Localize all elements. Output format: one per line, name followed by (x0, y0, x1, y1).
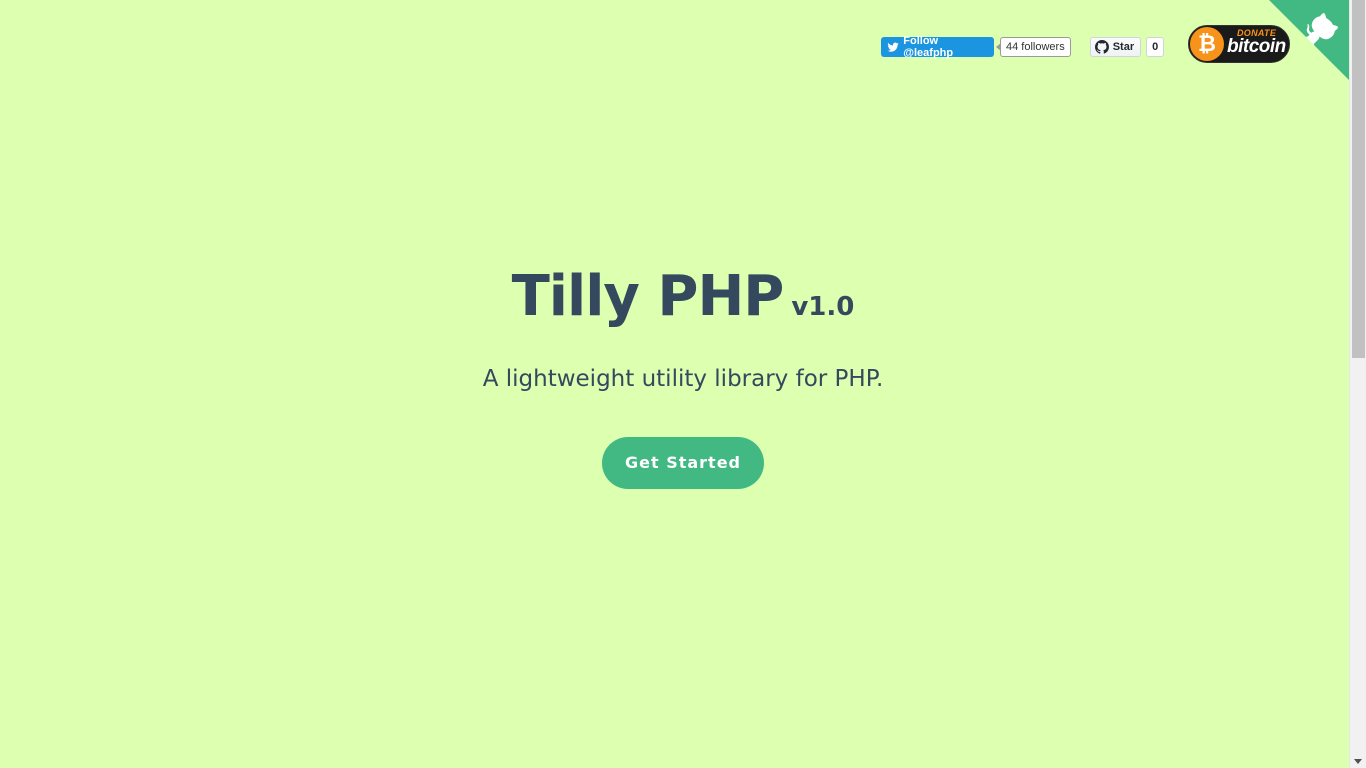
github-star-button[interactable]: Star (1089, 37, 1142, 57)
version-badge: v1.0 (791, 292, 855, 322)
github-star-widget: Star 0 (1089, 37, 1165, 57)
get-started-button[interactable]: Get Started (602, 437, 764, 489)
tagline: A lightweight utility library for PHP. (482, 366, 884, 392)
twitter-follow-label: Follow @leafphp (903, 35, 954, 59)
page: Follow @leafphp 44 followers Star 0 ₿ DO… (0, 0, 1349, 768)
scroll-down-arrow-icon[interactable] (1354, 759, 1362, 764)
github-corner-link[interactable] (1269, 0, 1349, 80)
vertical-scrollbar[interactable] (1349, 0, 1366, 768)
hero: Tilly PHP v1.0 A lightweight utility libr… (0, 262, 1349, 489)
page-title: Tilly PHP v1.0 (0, 262, 1349, 342)
github-star-label: Star (1112, 41, 1135, 53)
bitcoin-coin-icon: ₿ (1190, 27, 1224, 61)
social-buttons: Follow @leafphp 44 followers Star 0 (881, 35, 1165, 59)
github-octocat-icon (1094, 40, 1109, 54)
github-star-count[interactable]: 0 (1146, 37, 1165, 57)
github-corner-octocat-icon (1269, 0, 1349, 80)
twitter-follower-count[interactable]: 44 followers (996, 37, 1071, 57)
twitter-follow-button[interactable]: Follow @leafphp (881, 35, 994, 59)
twitter-bird-icon (887, 42, 899, 52)
scrollbar-thumb[interactable] (1352, 0, 1365, 358)
title-text: Tilly PHP (511, 264, 785, 329)
